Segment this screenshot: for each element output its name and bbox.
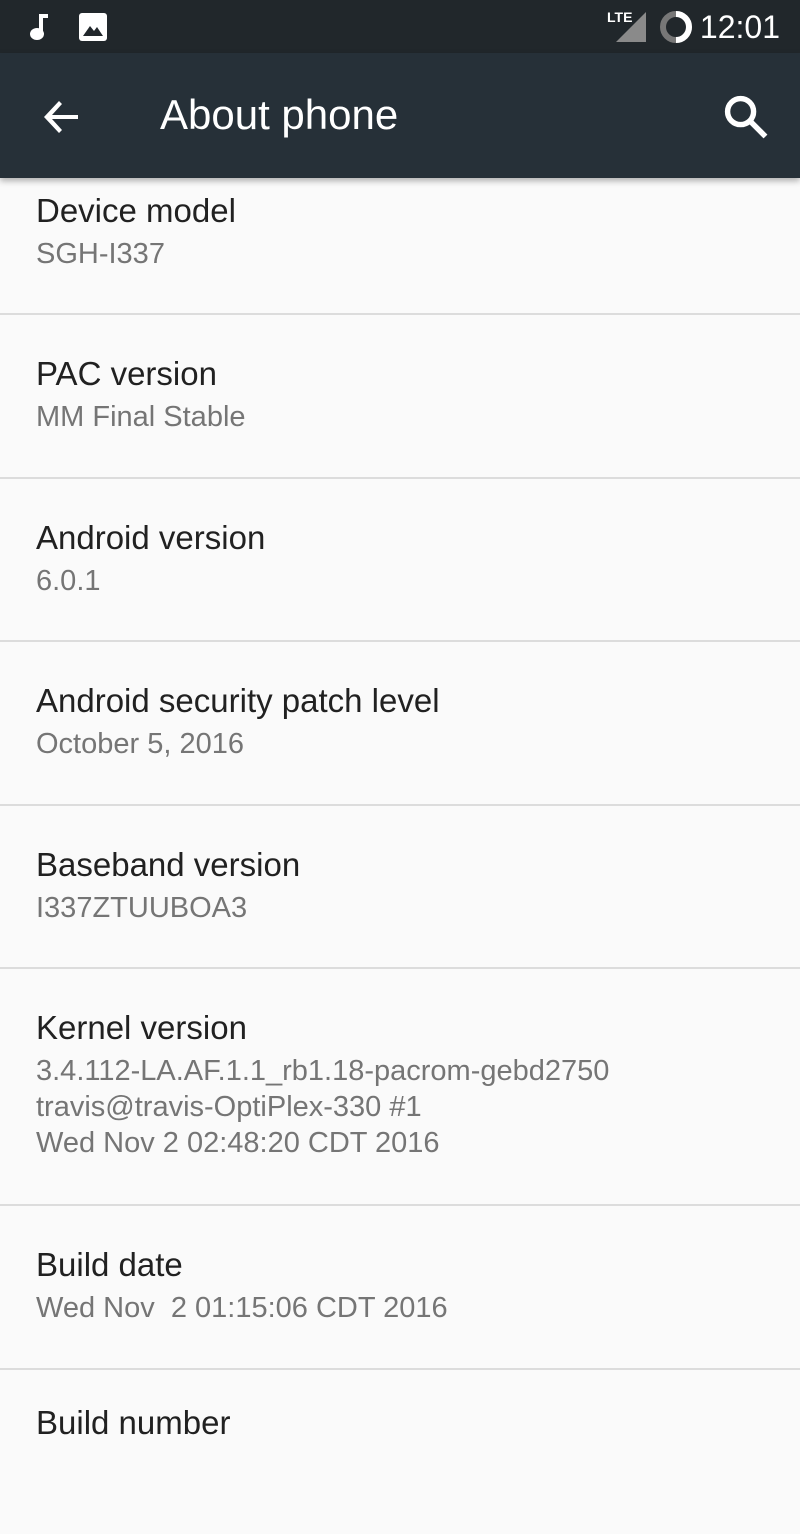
music-note-icon [30,14,48,40]
item-title: Android version [36,519,266,556]
settings-list: Device model SGH-I337 PAC version MM Fin… [0,178,800,1534]
list-item-build-number[interactable]: Build number [0,1370,800,1534]
list-item-device-model[interactable]: Device model SGH-I337 [0,178,800,315]
item-title: Build number [36,1404,231,1441]
item-summary-line: Wed Nov 2 02:48:20 CDT 2016 [36,1127,440,1159]
list-item-security-patch[interactable]: Android security patch level October 5, … [0,642,800,806]
clock: 12:01 [699,9,780,45]
item-summary: Wed Nov 2 01:15:06 CDT 2016 [36,1292,448,1324]
list-item-build-date[interactable]: Build date Wed Nov 2 01:15:06 CDT 2016 [0,1206,800,1370]
item-summary: 6.0.1 [36,565,101,597]
search-icon[interactable] [720,91,772,143]
item-summary: I337ZTUUBOA3 [36,892,248,924]
item-summary: MM Final Stable [36,401,246,433]
item-summary-line: travis@travis-OptiPlex-330 #1 [36,1091,422,1123]
list-item-baseband-version[interactable]: Baseband version I337ZTUUBOA3 [0,806,800,969]
item-title: Build date [36,1246,183,1283]
app-bar: About phone [0,53,800,178]
list-item-android-version[interactable]: Android version 6.0.1 [0,479,800,642]
item-summary: October 5, 2016 [36,728,244,760]
battery-icon [660,11,692,43]
signal-icon [616,12,646,42]
arrow-back-icon[interactable] [38,93,86,141]
item-title: Android security patch level [36,682,440,719]
item-title: PAC version [36,355,217,392]
item-title: Device model [36,192,236,229]
page-title: About phone [160,91,399,138]
list-item-pac-version[interactable]: PAC version MM Final Stable [0,315,800,479]
item-summary: SGH-I337 [36,238,165,270]
item-title: Kernel version [36,1009,247,1046]
item-summary-line: 3.4.112-LA.AF.1.1_rb1.18-pacrom-gebd2750 [36,1055,610,1087]
image-icon [79,13,107,41]
list-item-kernel-version[interactable]: Kernel version 3.4.112-LA.AF.1.1_rb1.18-… [0,969,800,1206]
item-title: Baseband version [36,846,301,883]
status-bar: LTE 12:01 [0,0,800,53]
